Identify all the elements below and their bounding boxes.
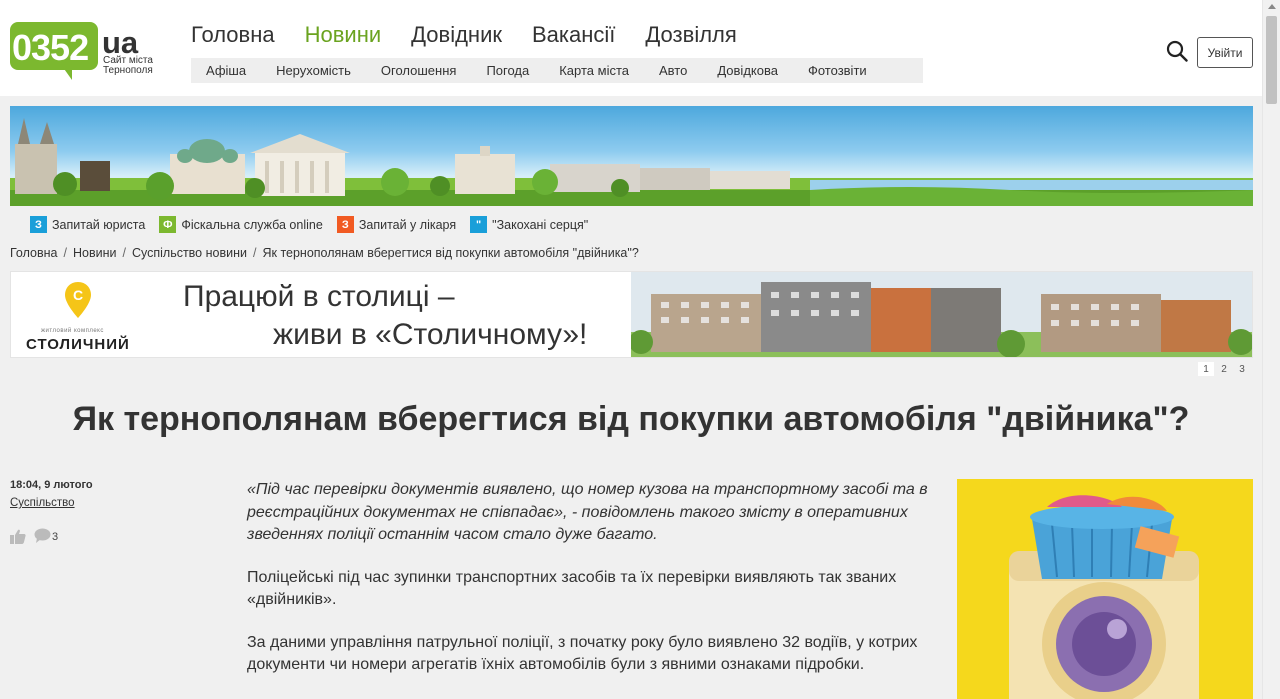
ad-headline-line1: Працюй в столиці – xyxy=(183,280,455,313)
sub-nav-photo-reports[interactable]: Фотозвіти xyxy=(793,63,882,78)
main-nav-home[interactable]: Головна xyxy=(191,22,275,48)
like-icon[interactable] xyxy=(10,529,26,544)
city-panorama-illustration xyxy=(10,118,1253,206)
logo-number: 0352 xyxy=(12,27,89,68)
quick-link-lawyer[interactable]: З Запитай юриста xyxy=(30,216,145,233)
comment-icon[interactable] xyxy=(34,528,51,543)
article-category-link[interactable]: Суспільство xyxy=(10,497,75,509)
login-button[interactable]: Увійти xyxy=(1197,37,1253,68)
pager-page-3[interactable]: 3 xyxy=(1234,362,1250,376)
washing-machine-side-ad[interactable] xyxy=(957,479,1253,699)
breadcrumb-home[interactable]: Головна xyxy=(10,246,58,260)
quick-link-label: Запитай у лікаря xyxy=(358,217,457,232)
sub-nav-real-estate[interactable]: Нерухомість xyxy=(261,63,366,78)
quick-links-bar: З Запитай юриста Ф Фіскальна служба onli… xyxy=(30,216,602,233)
sub-nav-ads[interactable]: Оголошення xyxy=(366,63,472,78)
ad-logo-name: СТОЛИЧНИЙ xyxy=(26,336,130,353)
quick-link-label: Запитай юриста xyxy=(52,217,146,232)
quick-link-label: "Закохані серця" xyxy=(492,217,589,232)
sub-nav-reference[interactable]: Довідкова xyxy=(702,63,793,78)
quick-link-tax-service[interactable]: Ф Фіскальна служба online xyxy=(159,216,323,233)
sub-nav: Афіша Нерухомість Оголошення Погода Карт… xyxy=(191,58,923,83)
site-logo[interactable]: 0352 ua Сайт міста Тернополя xyxy=(10,22,160,84)
quick-link-label: Фіскальна служба online xyxy=(181,217,323,232)
main-nav: Головна Новини Довідник Вакансії Дозвілл… xyxy=(191,22,767,48)
breadcrumb-society-news[interactable]: Суспільство новини xyxy=(132,246,247,260)
main-nav-leisure[interactable]: Дозвілля xyxy=(645,22,736,48)
breadcrumb-separator: / xyxy=(252,246,257,260)
main-nav-vacancies[interactable]: Вакансії xyxy=(532,22,615,48)
site-header: 0352 ua Сайт міста Тернополя Головна Нов… xyxy=(0,0,1262,96)
scroll-thumb[interactable] xyxy=(1266,16,1277,104)
ad-headline-line2: живи в «Столичному»! xyxy=(273,318,588,351)
article-time: 18:04, 9 лютого xyxy=(10,479,93,491)
tax-badge-icon: Ф xyxy=(159,216,177,233)
pager-page-2[interactable]: 2 xyxy=(1216,362,1232,376)
search-icon[interactable] xyxy=(1166,40,1188,62)
sub-nav-auto[interactable]: Авто xyxy=(644,63,702,78)
main-nav-news[interactable]: Новини xyxy=(305,22,382,48)
city-panorama-banner xyxy=(10,106,1253,206)
quick-link-doctor[interactable]: З Запитай у лікаря xyxy=(336,216,457,233)
main-nav-directory[interactable]: Довідник xyxy=(411,22,502,48)
scroll-up-arrow-icon[interactable] xyxy=(1268,4,1276,9)
breadcrumb-news[interactable]: Новини xyxy=(73,246,117,260)
quick-link-loving-hearts[interactable]: " "Закохані серця" xyxy=(470,216,588,233)
article-paragraph: За даними управління патрульної поліції,… xyxy=(247,633,918,674)
article-body: «Під час перевірки документів виявлено, … xyxy=(247,479,937,697)
location-pin-logo-icon: С xyxy=(65,282,91,318)
sub-nav-city-map[interactable]: Карта міста xyxy=(544,63,644,78)
sub-nav-weather[interactable]: Погода xyxy=(471,63,544,78)
article-paragraph: «Під час перевірки документів виявлено, … xyxy=(247,481,928,543)
breadcrumb: Головна / Новини / Суспільство новини / … xyxy=(10,246,639,260)
ad-pager: 1 2 3 xyxy=(1196,362,1250,376)
doctor-badge-icon: З xyxy=(336,216,354,233)
article-paragraph: Поліцейські під час зупинки транспортних… xyxy=(247,568,897,609)
pager-page-1[interactable]: 1 xyxy=(1198,362,1214,376)
lawyer-badge-icon: З xyxy=(30,216,47,233)
breadcrumb-current: Як тернополянам вберегтися від покупки а… xyxy=(262,246,639,260)
page-scrollbar[interactable] xyxy=(1262,0,1280,699)
quote-badge-icon: " xyxy=(470,216,488,233)
washing-machine-illustration xyxy=(957,479,1253,699)
comment-count: 3 xyxy=(52,531,59,543)
stolychnyi-ad-banner[interactable]: С житловий комплекс СТОЛИЧНИЙ Працюй в с… xyxy=(10,271,1253,358)
logo-subtitle: Сайт міста Тернополя xyxy=(103,55,153,76)
breadcrumb-separator: / xyxy=(122,246,126,260)
ad-logo-small-text: житловий комплекс xyxy=(41,328,104,334)
sub-nav-afisha[interactable]: Афіша xyxy=(191,63,261,78)
breadcrumb-separator: / xyxy=(63,246,67,260)
article-title: Як тернополянам вберегтися від покупки а… xyxy=(72,400,1190,438)
ad-buildings-illustration xyxy=(631,272,1252,357)
svg-text:С: С xyxy=(73,287,83,303)
